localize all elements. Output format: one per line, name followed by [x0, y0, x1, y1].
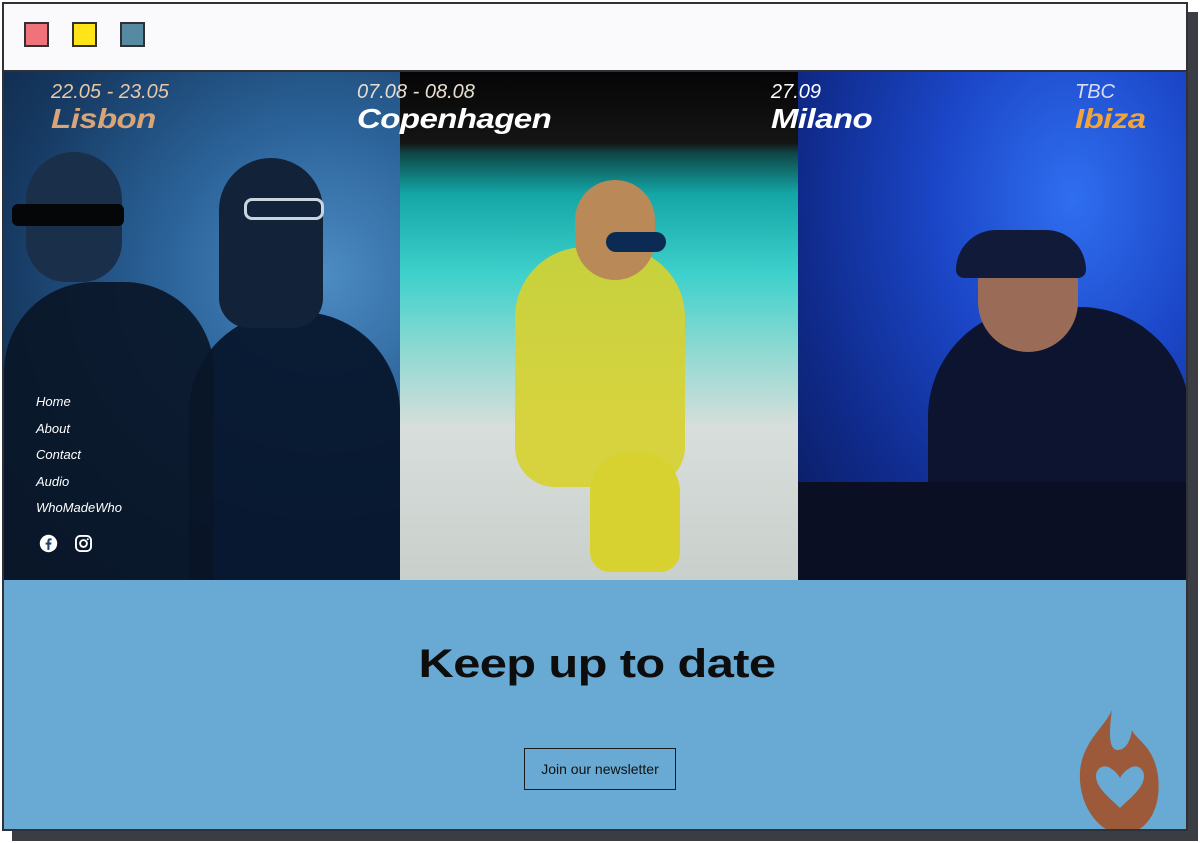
dj-decks [798, 482, 1186, 580]
artist-right-glasses [244, 198, 324, 220]
newsletter-section: Keep up to date Join our newsletter [4, 580, 1186, 829]
swimmer-body [515, 247, 685, 487]
artist-left-glasses [12, 204, 124, 226]
swimmer-head [575, 180, 655, 280]
minimize-button[interactable] [72, 22, 97, 47]
event-date: 07.08 - 08.08 [357, 81, 475, 103]
event-city: Ibiza [1075, 103, 1146, 134]
event-ibiza[interactable]: TBC Ibiza [1075, 80, 1146, 134]
facebook-icon[interactable] [39, 534, 58, 553]
event-city: Copenhagen [357, 103, 552, 134]
event-city: Milano [771, 103, 873, 134]
event-lisbon[interactable]: 22.05 - 23.05 Lisbon [51, 80, 169, 134]
nav-contact[interactable]: Contact [36, 442, 122, 469]
event-milano[interactable]: 27.09 Milano [771, 80, 873, 134]
artist-right-silhouette [189, 312, 400, 580]
flame-heart-logo [1079, 710, 1159, 829]
event-city: Lisbon [51, 103, 156, 134]
artist-right-head [219, 158, 323, 328]
swimmer-goggles [606, 232, 666, 252]
nav-whomadewho[interactable]: WhoMadeWho [36, 495, 122, 522]
milano-photo [798, 72, 1186, 580]
nav-audio[interactable]: Audio [36, 469, 122, 496]
title-bar [4, 4, 1186, 72]
main-nav: Home About Contact Audio WhoMadeWho [36, 389, 122, 522]
join-newsletter-button[interactable]: Join our newsletter [524, 748, 676, 790]
browser-window: 22.05 - 23.05 Lisbon 07.08 - 08.08 Copen… [2, 2, 1188, 831]
nav-home[interactable]: Home [36, 389, 122, 416]
dj-cap [956, 230, 1086, 278]
event-date: 22.05 - 23.05 [51, 81, 169, 103]
close-button[interactable] [24, 22, 49, 47]
swimmer-hand [590, 452, 680, 572]
copenhagen-photo [400, 72, 798, 580]
newsletter-title: Keep up to date [418, 642, 776, 686]
hero-gallery: 22.05 - 23.05 Lisbon 07.08 - 08.08 Copen… [4, 72, 1186, 580]
social-links [39, 534, 93, 553]
nav-about[interactable]: About [36, 416, 122, 443]
event-date: TBC [1075, 81, 1115, 103]
instagram-icon[interactable] [74, 534, 93, 553]
event-date: 27.09 [771, 81, 822, 103]
maximize-button[interactable] [120, 22, 145, 47]
event-copenhagen[interactable]: 07.08 - 08.08 Copenhagen [357, 80, 552, 134]
